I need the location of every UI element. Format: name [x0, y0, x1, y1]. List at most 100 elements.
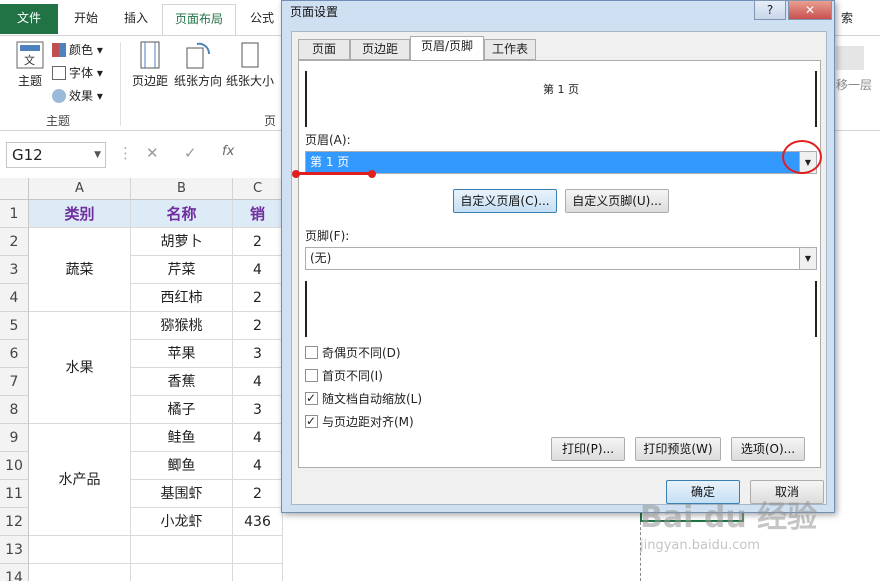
tab-header-footer[interactable]: 页眉/页脚	[410, 36, 484, 61]
sales-value-cell[interactable]: 2	[233, 480, 283, 508]
send-backward-button[interactable]: 移一层	[836, 76, 872, 93]
checkbox-option[interactable]: 奇偶页不同(D)	[305, 345, 401, 361]
merged-category-cell[interactable]: 蔬菜	[29, 228, 131, 312]
close-button[interactable]: ✕	[788, 0, 832, 20]
item-name-cell[interactable]: 苹果	[131, 340, 233, 368]
insert-function-icon[interactable]: fx	[222, 144, 234, 159]
options-button[interactable]: 选项(O)...	[731, 437, 805, 461]
merged-category-cell[interactable]: 水产品	[29, 424, 131, 536]
custom-footer-button[interactable]: 自定义页脚(U)...	[565, 189, 669, 213]
watermark: Bai du 经验 jingyan.baidu.com	[640, 492, 840, 572]
row-header[interactable]: 7	[0, 368, 29, 396]
sales-value-cell[interactable]: 3	[233, 340, 283, 368]
empty-cell[interactable]	[233, 564, 283, 581]
row-header[interactable]: 6	[0, 340, 29, 368]
sales-value-cell[interactable]: 4	[233, 424, 283, 452]
effects-icon	[52, 89, 66, 103]
dialog-title: 页面设置	[290, 5, 339, 19]
item-name-cell[interactable]: 鲫鱼	[131, 452, 233, 480]
sales-value-cell[interactable]: 2	[233, 284, 283, 312]
themes-button[interactable]: 文 主题	[8, 40, 52, 89]
tab-home[interactable]: 开始	[62, 4, 110, 34]
row-header[interactable]: 13	[0, 536, 29, 564]
row-header[interactable]: 2	[0, 228, 29, 256]
row-header[interactable]: 14	[0, 564, 29, 581]
item-name-cell[interactable]: 橘子	[131, 396, 233, 424]
tab-insert[interactable]: 插入	[112, 4, 160, 34]
column-header-b[interactable]: B	[131, 178, 233, 200]
sales-value-cell[interactable]: 4	[233, 368, 283, 396]
print-preview-button[interactable]: 打印预览(W)	[635, 437, 721, 461]
item-name-cell[interactable]: 基围虾	[131, 480, 233, 508]
enter-icon[interactable]: ✓	[184, 144, 197, 162]
item-name-cell[interactable]: 猕猴桃	[131, 312, 233, 340]
header-cell-sales[interactable]: 销	[233, 200, 283, 228]
header-select[interactable]: 第 1 页 ▼	[305, 151, 817, 174]
chevron-down-icon: ▼	[94, 150, 101, 160]
checkbox-option[interactable]: 与页边距对齐(M)	[305, 413, 414, 430]
row-header[interactable]: 9	[0, 424, 29, 452]
tab-sheet[interactable]: 工作表	[484, 39, 536, 60]
item-name-cell[interactable]: 芹菜	[131, 256, 233, 284]
row-header[interactable]: 10	[0, 452, 29, 480]
chevron-down-icon[interactable]: ▼	[799, 248, 816, 269]
cancel-icon[interactable]: ✕	[146, 144, 159, 162]
annotation-circle	[782, 140, 822, 174]
footer-select[interactable]: (无) ▼	[305, 247, 817, 270]
checkbox-option[interactable]: 首页不同(I)	[305, 368, 383, 384]
header-cell-name[interactable]: 名称	[131, 200, 233, 228]
item-name-cell[interactable]: 香蕉	[131, 368, 233, 396]
empty-cell[interactable]	[29, 564, 131, 581]
sales-value-cell[interactable]: 4	[233, 256, 283, 284]
custom-header-button[interactable]: 自定义页眉(C)...	[453, 189, 557, 213]
column-header-a[interactable]: A	[29, 178, 131, 200]
theme-colors-button[interactable]: 颜色 ▾	[52, 40, 103, 60]
help-button[interactable]: ?	[754, 0, 786, 20]
column-header-c[interactable]: C	[233, 178, 283, 200]
theme-fonts-button[interactable]: 字体 ▾	[52, 63, 103, 83]
row-header[interactable]: 4	[0, 284, 29, 312]
tab-file[interactable]: 文件	[0, 4, 58, 34]
theme-group-label: 主题	[46, 114, 71, 128]
themes-label: 主题	[17, 74, 42, 88]
row-header[interactable]: 3	[0, 256, 29, 284]
checkbox[interactable]	[305, 413, 318, 429]
row-header[interactable]: 1	[0, 200, 29, 228]
item-name-cell[interactable]: 胡萝卜	[131, 228, 233, 256]
tab-page[interactable]: 页面	[298, 39, 350, 60]
empty-cell[interactable]	[233, 536, 283, 564]
merged-category-cell[interactable]: 水果	[29, 312, 131, 424]
tab-search[interactable]: 索	[832, 4, 862, 34]
item-name-cell[interactable]: 西红柿	[131, 284, 233, 312]
orientation-button[interactable]: 纸张方向	[174, 40, 222, 89]
checkbox-option[interactable]: 随文档自动缩放(L)	[305, 390, 422, 407]
item-name-cell[interactable]: 鲑鱼	[131, 424, 233, 452]
checkbox[interactable]	[305, 369, 318, 382]
row-header[interactable]: 11	[0, 480, 29, 508]
item-name-cell[interactable]: 小龙虾	[131, 508, 233, 536]
theme-effects-button[interactable]: 效果 ▾	[52, 86, 103, 106]
sales-value-cell[interactable]: 3	[233, 396, 283, 424]
tab-margins[interactable]: 页边距	[350, 39, 410, 60]
empty-cell[interactable]	[29, 536, 131, 564]
row-header[interactable]: 8	[0, 396, 29, 424]
row-header[interactable]: 12	[0, 508, 29, 536]
paper-size-icon	[241, 42, 259, 68]
sales-value-cell[interactable]: 2	[233, 228, 283, 256]
sales-value-cell[interactable]: 4	[233, 452, 283, 480]
select-all-corner[interactable]	[0, 178, 29, 200]
checkbox[interactable]	[305, 346, 318, 359]
row-header[interactable]: 5	[0, 312, 29, 340]
size-button[interactable]: 纸张大小	[226, 40, 274, 89]
sales-value-cell[interactable]: 2	[233, 312, 283, 340]
tab-formulas[interactable]: 公式	[240, 4, 284, 34]
sales-value-cell[interactable]: 436	[233, 508, 283, 536]
tab-page-layout[interactable]: 页面布局	[162, 4, 236, 36]
header-cell-category[interactable]: 类别	[29, 200, 131, 228]
empty-cell[interactable]	[131, 536, 233, 564]
empty-cell[interactable]	[131, 564, 233, 581]
print-button[interactable]: 打印(P)...	[551, 437, 625, 461]
checkbox[interactable]	[305, 390, 318, 406]
name-box[interactable]: G12 ▼	[6, 142, 106, 168]
margins-button[interactable]: 页边距	[128, 40, 172, 89]
